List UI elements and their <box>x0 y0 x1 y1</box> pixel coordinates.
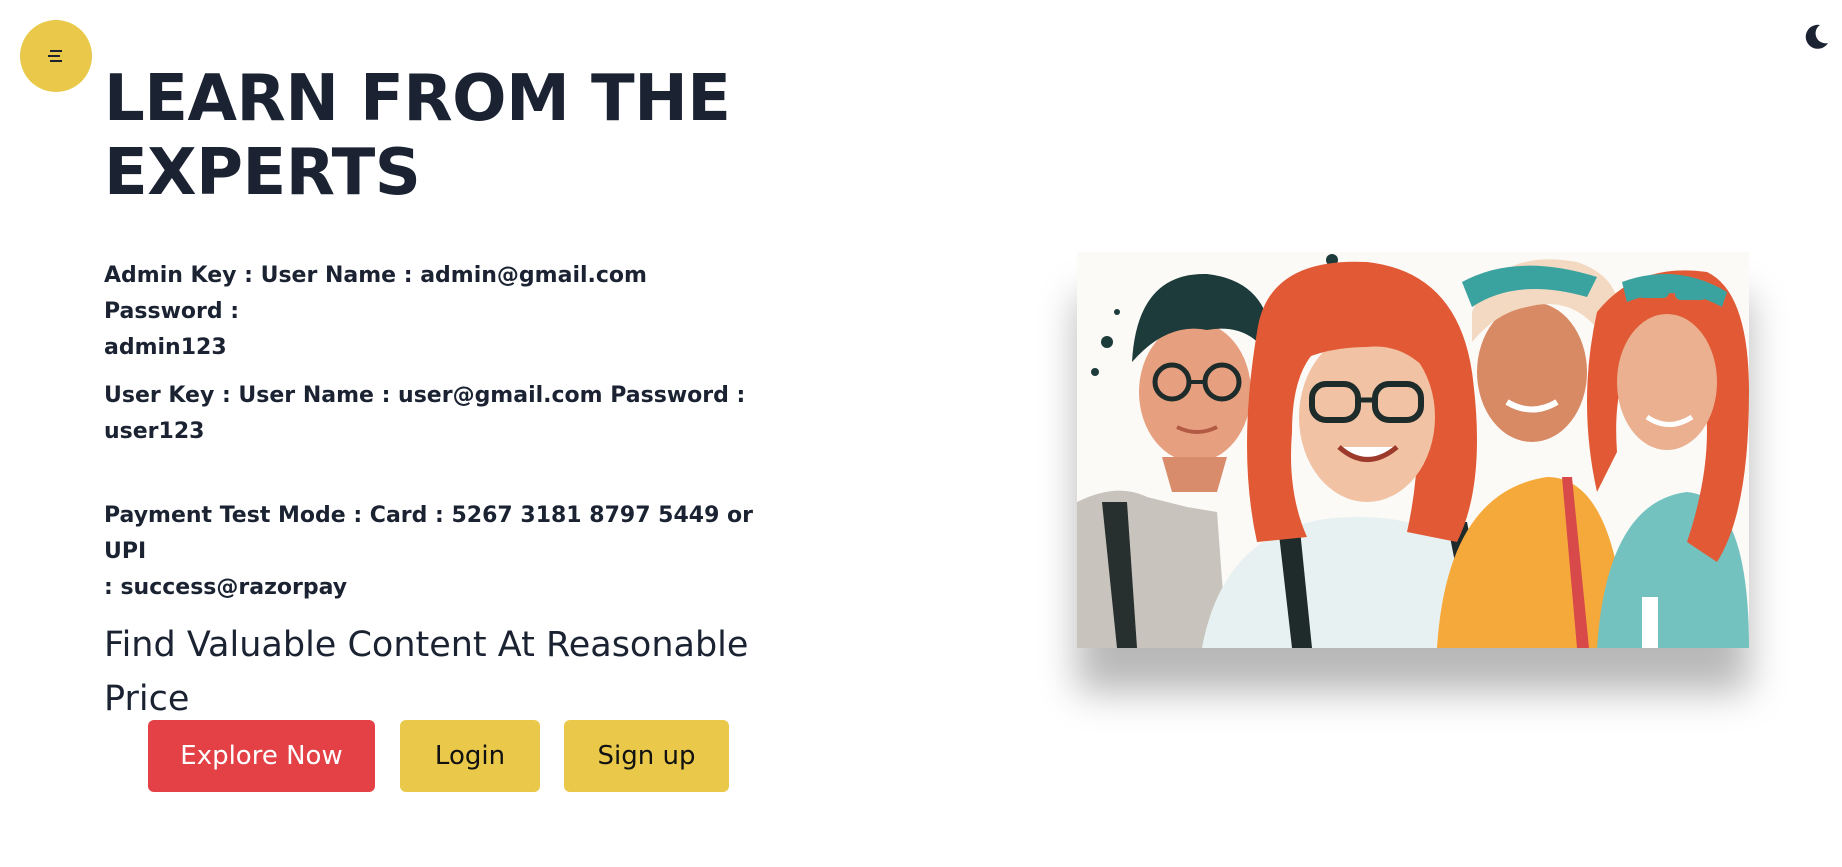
students-illustration <box>1077 252 1749 648</box>
admin-credentials-line-2: admin123 <box>104 335 227 360</box>
tagline: Find Valuable Content At Reasonable Pric… <box>104 618 764 726</box>
headline-line-1: LEARN FROM THE <box>104 62 731 136</box>
page-title: LEARN FROM THE EXPERTS <box>104 62 764 210</box>
login-button[interactable]: Login <box>400 720 540 792</box>
hero-illustration <box>1077 252 1749 648</box>
tagline-line-2: Price <box>104 679 190 719</box>
menu-icon <box>48 50 62 62</box>
explore-now-button[interactable]: Explore Now <box>148 720 375 792</box>
moon-icon <box>1805 24 1828 49</box>
user-credentials-line-2: user123 <box>104 419 205 444</box>
signup-button[interactable]: Sign up <box>564 720 729 792</box>
payment-test-line-2: : success@razorpay <box>104 575 348 600</box>
admin-credentials-line-1: Admin Key : User Name : admin@gmail.com … <box>104 263 647 324</box>
hero-text-section: LEARN FROM THE EXPERTS Admin Key : User … <box>104 62 764 719</box>
headline-line-2: EXPERTS <box>104 136 421 210</box>
admin-credentials: Admin Key : User Name : admin@gmail.com … <box>104 258 764 366</box>
user-credentials: User Key : User Name : user@gmail.com Pa… <box>104 378 764 450</box>
tagline-line-1: Find Valuable Content At Reasonable <box>104 625 749 665</box>
user-credentials-line-1: User Key : User Name : user@gmail.com Pa… <box>104 383 746 408</box>
menu-button[interactable] <box>20 20 92 92</box>
theme-toggle-button[interactable] <box>1800 22 1832 54</box>
payment-test-info: Payment Test Mode : Card : 5267 3181 879… <box>104 498 764 606</box>
payment-test-line-1: Payment Test Mode : Card : 5267 3181 879… <box>104 503 754 564</box>
